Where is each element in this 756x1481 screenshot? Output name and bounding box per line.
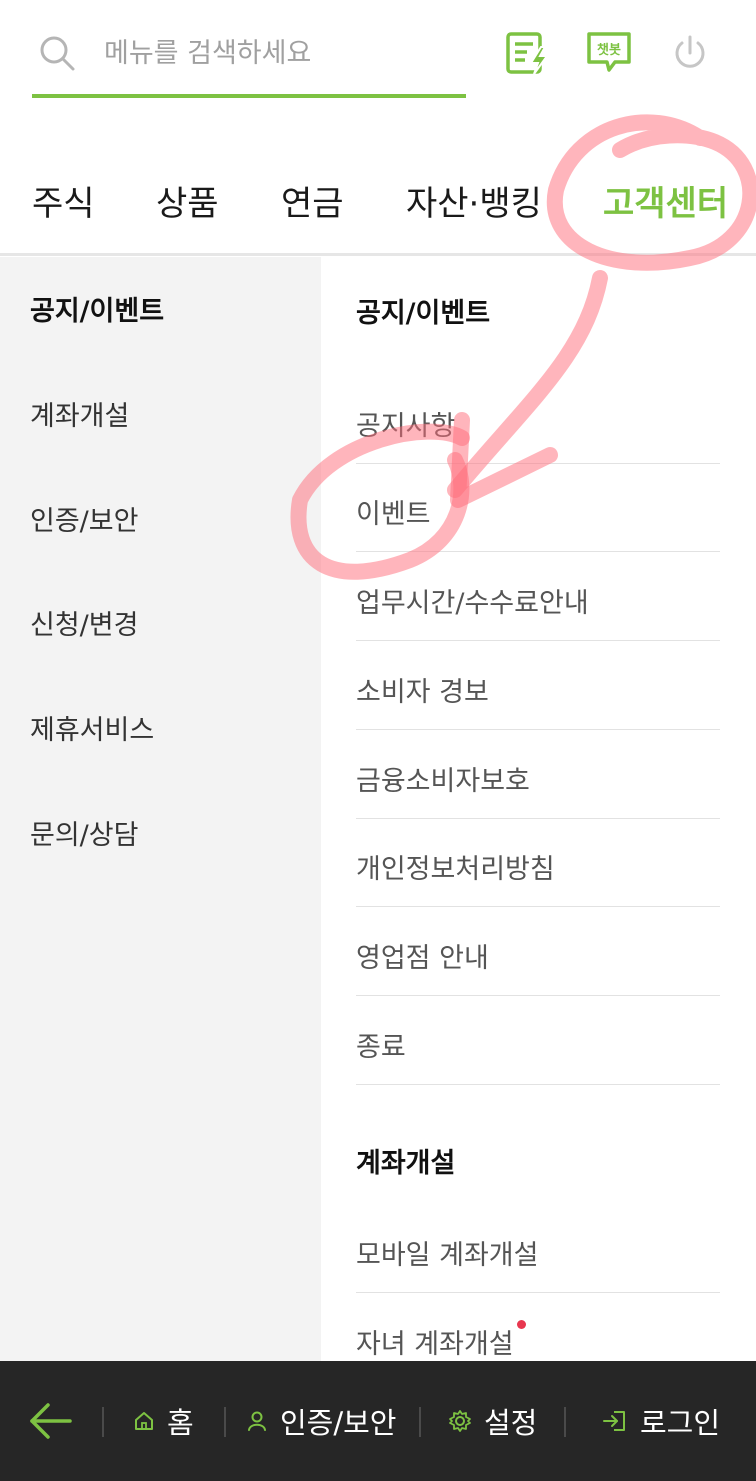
bottom-nav-bar: 홈 인증/보안 설정 로그인	[0, 1361, 756, 1481]
menu-item-consumer-alert[interactable]: 소비자 경보	[356, 642, 720, 730]
divider	[224, 1407, 226, 1437]
menu-item-label: 영업점 안내	[356, 943, 489, 974]
menu-item-label: 자녀 계좌개설	[356, 1320, 526, 1361]
category-inquiry[interactable]: 문의/상담	[30, 813, 138, 852]
user-icon	[248, 1411, 266, 1431]
tab-products[interactable]: 상품	[156, 176, 219, 225]
home-button[interactable]: 홈	[133, 1401, 194, 1441]
menu-item-consumer-protection[interactable]: 금융소비자보호	[356, 731, 720, 819]
chatbot-label: 챗봇	[597, 43, 621, 58]
settings-label: 설정	[484, 1406, 538, 1440]
category-request-change[interactable]: 신청/변경	[30, 603, 138, 642]
auth-security-label: 인증/보안	[280, 1406, 397, 1440]
chatbot-icon[interactable]: 챗봇	[583, 28, 635, 78]
menu-item-privacy-policy[interactable]: 개인정보처리방침	[356, 819, 720, 907]
menu-item-notices[interactable]: 공지사항	[356, 376, 720, 464]
menu-item-label: 공지사항	[356, 411, 456, 442]
menu-item-label: 소비자 경보	[356, 677, 489, 708]
category-sidebar: 공지/이벤트 계좌개설 인증/보안 신청/변경 제휴서비스 문의/상담	[0, 257, 321, 1361]
search-icon	[40, 36, 75, 71]
login-button[interactable]: 로그인	[602, 1401, 720, 1441]
divider	[564, 1407, 566, 1437]
section-title-notice-event: 공지/이벤트	[356, 298, 491, 329]
search-input[interactable]	[104, 28, 454, 78]
menu-item-mobile-account[interactable]: 모바일 계좌개설	[356, 1205, 720, 1293]
divider	[419, 1407, 421, 1437]
menu-item-events[interactable]: 이벤트	[356, 464, 720, 552]
section-title-account-open: 계좌개설	[356, 1148, 456, 1179]
new-badge-dot	[516, 1320, 526, 1329]
menu-item-label: 업무시간/수수료안내	[356, 588, 589, 619]
tab-stocks[interactable]: 주식	[32, 176, 95, 225]
menu-item-label: 금융소비자보호	[356, 766, 530, 797]
category-account-open[interactable]: 계좌개설	[30, 394, 129, 433]
power-icon[interactable]	[664, 28, 716, 78]
submenu-panel: 공지/이벤트 공지사항 이벤트 업무시간/수수료안내 소비자 경보 금융소비자보…	[321, 257, 756, 1361]
menu-item-label: 이벤트	[356, 499, 431, 530]
login-label: 로그인	[640, 1406, 721, 1440]
menu-item-label: 개인정보처리방침	[356, 854, 555, 885]
login-icon	[603, 1411, 625, 1431]
menu-item-branch-info[interactable]: 영업점 안내	[356, 908, 720, 996]
back-arrow-icon[interactable]	[28, 1399, 74, 1443]
category-partner-service[interactable]: 제휴서비스	[30, 708, 154, 747]
home-icon	[135, 1412, 153, 1430]
divider	[102, 1407, 104, 1437]
tab-pension[interactable]: 연금	[281, 176, 344, 225]
tab-customer-center[interactable]: 고객센터	[603, 176, 728, 225]
category-auth-security[interactable]: 인증/보안	[30, 499, 138, 538]
menu-item-hours-fees[interactable]: 업무시간/수수료안내	[356, 553, 720, 641]
gear-icon	[449, 1410, 471, 1432]
menu-item-exit[interactable]: 종료	[356, 997, 720, 1085]
category-notice-event[interactable]: 공지/이벤트	[30, 289, 164, 328]
settings-button[interactable]: 설정	[448, 1401, 537, 1441]
memo-lightning-icon[interactable]	[502, 28, 554, 78]
home-label: 홈	[167, 1406, 194, 1440]
search-bar[interactable]	[32, 22, 466, 98]
menu-item-label: 종료	[356, 1032, 406, 1063]
main-tabs: 주식 상품 연금 자산·뱅킹 고객센터	[0, 160, 756, 256]
auth-security-button[interactable]: 인증/보안	[246, 1401, 397, 1441]
tab-assets-banking[interactable]: 자산·뱅킹	[406, 176, 542, 225]
menu-item-child-account[interactable]: 자녀 계좌개설	[356, 1294, 720, 1361]
menu-item-label: 모바일 계좌개설	[356, 1240, 539, 1271]
